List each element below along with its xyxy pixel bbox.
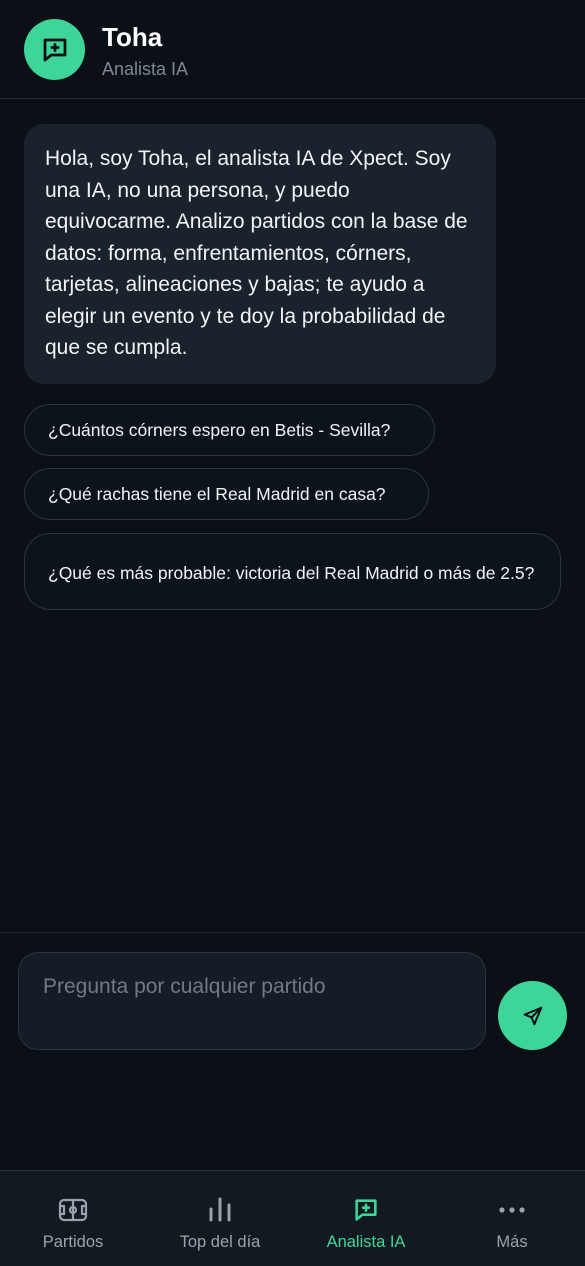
assistant-message: Hola, soy Toha, el analista IA de Xpect.… xyxy=(24,124,496,384)
suggestion-chip[interactable]: ¿Qué es más probable: victoria del Real … xyxy=(24,533,561,610)
nav-label: Analista IA xyxy=(326,1233,406,1251)
nav-item-partidos[interactable]: Partidos xyxy=(23,1171,123,1266)
assistant-avatar xyxy=(24,19,85,80)
nav-item-top-del-dia[interactable]: Top del día xyxy=(164,1171,276,1266)
chat-header: Toha Analista IA xyxy=(0,0,585,99)
assistant-role: Analista IA xyxy=(102,59,189,79)
assistant-name: Toha xyxy=(102,22,163,52)
message-input[interactable]: Pregunta por cualquier partido xyxy=(18,952,486,1050)
nav-label: Más xyxy=(496,1233,528,1251)
message-plus-icon xyxy=(355,1199,377,1221)
nav-label: Top del día xyxy=(179,1233,261,1251)
bottom-nav: Partidos Top del día Analista IA Más xyxy=(0,1170,585,1266)
send-icon xyxy=(523,1006,542,1025)
nav-item-analista-ia[interactable]: Analista IA xyxy=(316,1171,416,1266)
composer: Pregunta por cualquier partido xyxy=(0,932,585,1170)
nav-item-mas[interactable]: Más xyxy=(462,1171,562,1266)
send-button[interactable] xyxy=(498,981,567,1050)
more-icon xyxy=(499,1207,525,1213)
nav-label: Partidos xyxy=(42,1233,104,1251)
app-root: Toha Analista IA Hola, soy Toha, el anal… xyxy=(0,0,585,1266)
bar-chart-icon xyxy=(209,1197,231,1222)
message-plus-icon xyxy=(43,38,66,61)
suggestion-chip[interactable]: ¿Qué rachas tiene el Real Madrid en casa… xyxy=(24,468,429,520)
pitch-icon xyxy=(58,1198,88,1222)
suggestion-chip[interactable]: ¿Cuántos córners espero en Betis - Sevil… xyxy=(24,404,435,456)
